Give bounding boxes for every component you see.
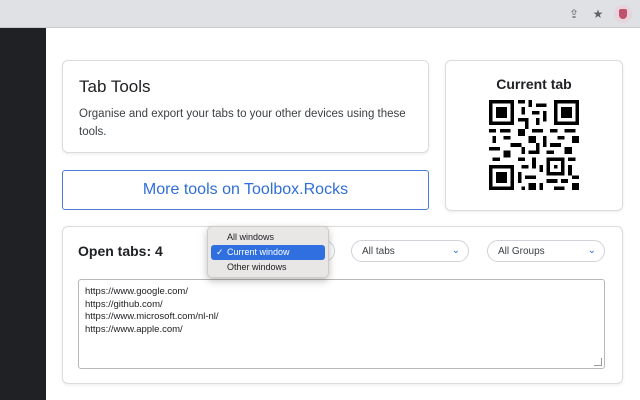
url-textarea[interactable]: https://www.google.com/ https://github.c… [78, 279, 605, 369]
check-icon: ✓ [216, 247, 224, 257]
intro-description: Organise and export your tabs to your ot… [79, 108, 406, 138]
tabs-select[interactable]: All tabs ⌄ [351, 240, 469, 262]
url-line: https://www.google.com/ [85, 286, 188, 297]
chevron-down-icon: ⌄ [451, 245, 460, 256]
menu-item-current-window[interactable]: ✓ Current window [211, 245, 325, 260]
window-dropdown-menu: All windows ✓ Current window Other window… [207, 226, 329, 278]
groups-select[interactable]: All Groups ⌄ [487, 240, 605, 262]
url-line: https://github.com/ [85, 298, 163, 310]
groups-select-value: All Groups [498, 246, 545, 257]
intro-card: Tab Tools Organise and export your tabs … [62, 60, 429, 153]
tabs-select-value: All tabs [362, 246, 395, 257]
star-icon[interactable]: ★ [591, 7, 605, 21]
more-tools-button[interactable]: More tools on Toolbox.Rocks [62, 170, 429, 210]
page-title: Tab Tools [79, 77, 151, 96]
open-tabs-count: 4 [155, 243, 163, 259]
qr-title: Current tab [496, 76, 572, 92]
menu-item-other-windows[interactable]: Other windows [211, 260, 325, 275]
menu-item-label: All windows [227, 232, 275, 242]
resize-handle[interactable] [594, 358, 602, 366]
chevron-down-icon: ⌄ [587, 245, 596, 256]
open-tabs-label: Open tabs: [78, 243, 156, 259]
menu-item-all-windows[interactable]: All windows [211, 230, 325, 245]
share-icon[interactable]: ⇪ [567, 7, 581, 21]
menu-item-label: Other windows [227, 262, 287, 272]
open-tabs-heading: Open tabs: 4 [78, 243, 163, 259]
url-line: https://www.apple.com/ [85, 323, 183, 335]
qr-code [489, 100, 579, 190]
browser-toolbar: ⇪ ★ [0, 0, 640, 28]
browser-side-panel [0, 28, 46, 400]
open-tabs-card: Open tabs: 4 ⌄ All tabs ⌄ All Groups ⌄ h… [62, 226, 623, 384]
qr-card: Current tab [445, 60, 623, 211]
menu-item-label: Current window [227, 247, 290, 257]
url-line: https://www.microsoft.com/nl-nl/ [85, 311, 219, 322]
extension-popup: Tab Tools Organise and export your tabs … [46, 28, 640, 400]
extension-icon[interactable] [614, 5, 632, 23]
